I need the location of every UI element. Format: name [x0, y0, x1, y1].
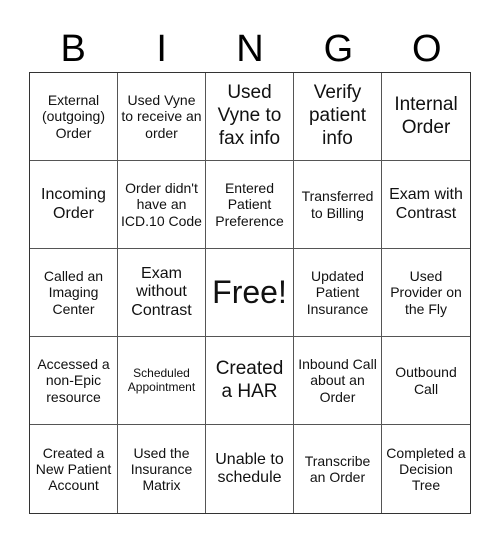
- header-letter-i: I: [156, 28, 167, 70]
- header-letter-b: B: [60, 28, 86, 70]
- header-letter-n: N: [236, 28, 264, 70]
- bingo-cell[interactable]: Transferred to Billing: [294, 161, 382, 249]
- bingo-cell[interactable]: Called an Imaging Center: [30, 249, 118, 337]
- bingo-cell[interactable]: Created a HAR: [206, 337, 294, 425]
- bingo-cell[interactable]: Verify patient info: [294, 73, 382, 161]
- bingo-cell[interactable]: Internal Order: [382, 73, 470, 161]
- bingo-cell[interactable]: Used Vyne to receive an order: [118, 73, 206, 161]
- bingo-cell[interactable]: Unable to schedule: [206, 425, 294, 513]
- bingo-cell[interactable]: Outbound Call: [382, 337, 470, 425]
- bingo-cell[interactable]: Inbound Call about an Order: [294, 337, 382, 425]
- header-letter-o: O: [412, 28, 442, 70]
- bingo-cell[interactable]: Created a New Patient Account: [30, 425, 118, 513]
- bingo-cell[interactable]: External (outgoing) Order: [30, 73, 118, 161]
- bingo-cell[interactable]: Transcribe an Order: [294, 425, 382, 513]
- bingo-cell[interactable]: Entered Patient Preference: [206, 161, 294, 249]
- bingo-header: B I N G O: [29, 26, 471, 72]
- free-space-cell[interactable]: Free!: [206, 249, 294, 337]
- header-letter-g: G: [323, 28, 354, 70]
- bingo-cell[interactable]: Exam without Contrast: [118, 249, 206, 337]
- bingo-cell[interactable]: Exam with Contrast: [382, 161, 470, 249]
- bingo-cell[interactable]: Accessed a non-Epic resource: [30, 337, 118, 425]
- bingo-cell[interactable]: Incoming Order: [30, 161, 118, 249]
- bingo-cell[interactable]: Used the Insurance Matrix: [118, 425, 206, 513]
- bingo-cell[interactable]: Scheduled Appointment: [118, 337, 206, 425]
- bingo-cell[interactable]: Used Provider on the Fly: [382, 249, 470, 337]
- bingo-cell[interactable]: Order didn't have an ICD.10 Code: [118, 161, 206, 249]
- bingo-cell[interactable]: Used Vyne to fax info: [206, 73, 294, 161]
- bingo-cell[interactable]: Updated Patient Insurance: [294, 249, 382, 337]
- bingo-cell[interactable]: Completed a Decision Tree: [382, 425, 470, 513]
- bingo-board: External (outgoing) Order Used Vyne to r…: [29, 72, 471, 514]
